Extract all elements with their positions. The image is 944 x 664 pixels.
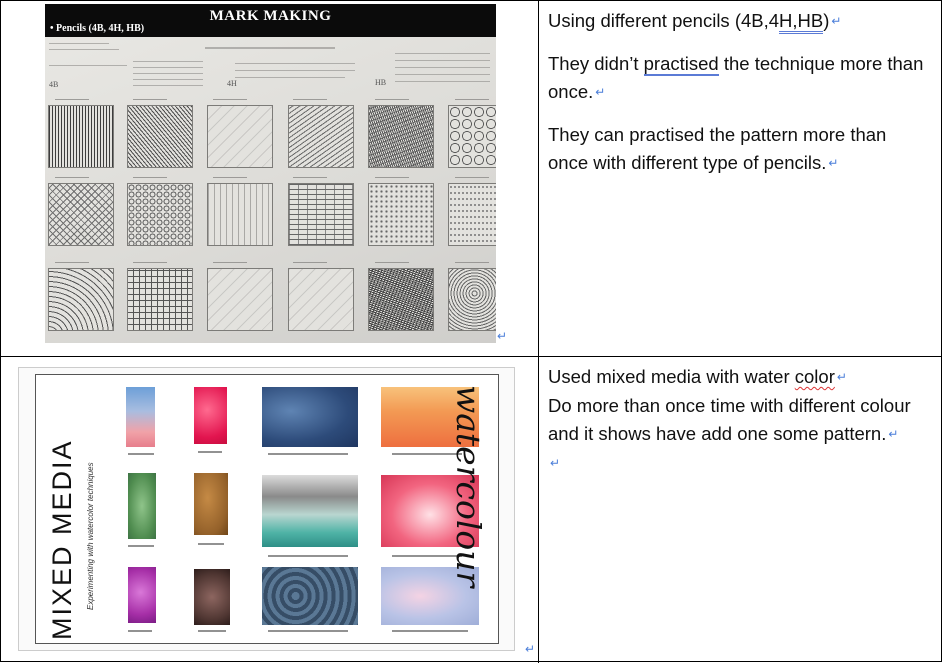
watercolour-swatch — [128, 473, 156, 539]
watercolour-swatch — [128, 567, 156, 623]
return-mark: ↵ — [497, 329, 508, 343]
comment-line: Used mixed media with water color ↵ — [548, 366, 847, 387]
watercolour-swatch — [262, 387, 358, 447]
mixed-media-board: MIXED MEDIA Experimenting with watercolo… — [35, 374, 499, 644]
watercolour-swatch — [126, 387, 155, 447]
hatching-square — [207, 105, 273, 168]
return-mark: ↵ — [525, 642, 536, 656]
watercolour-swatch — [194, 473, 228, 535]
hatching-sheet: 4B 4H HB — [45, 37, 496, 343]
comment-line: Using different pencils (4B,4H,HB) ↵ — [548, 7, 928, 36]
hatching-square — [288, 268, 354, 331]
column-divider — [538, 357, 539, 663]
hatching-square — [288, 183, 354, 246]
hatching-square — [368, 268, 434, 331]
hatching-square — [127, 183, 193, 246]
hatching-square — [448, 183, 496, 246]
hatching-square — [448, 268, 496, 331]
comment-line: ↵ — [550, 455, 561, 470]
mark-making-photo: MARK MAKING • Pencils (4B, 4H, HB) 4B 4H… — [45, 4, 496, 343]
hatching-square — [48, 105, 114, 168]
mixed-media-comment[interactable]: Used mixed media with water color ↵ Do mo… — [548, 363, 928, 477]
mark-making-header-bar: MARK MAKING • Pencils (4B, 4H, HB) — [45, 4, 496, 37]
pencil-label-hb: HB — [375, 78, 387, 87]
comment-line: They can practised the pattern more than… — [548, 123, 887, 174]
hatching-square — [127, 105, 193, 168]
watercolour-swatch — [194, 387, 227, 444]
document-table: MARK MAKING • Pencils (4B, 4H, HB) 4B 4H… — [0, 0, 942, 663]
watercolour-swatch — [262, 475, 358, 547]
column-divider — [538, 1, 539, 356]
watercolour-side-title: watercolour — [449, 385, 488, 588]
watercolour-swatch — [194, 569, 230, 625]
mark-making-comment[interactable]: Using different pencils (4B,4H,HB) ↵ They… — [548, 7, 928, 192]
pencil-label-4b: 4B — [49, 80, 59, 89]
hatching-square — [288, 105, 354, 168]
hatching-square — [368, 105, 434, 168]
comment-line: Do more than once time with different co… — [548, 394, 911, 445]
comment-line: They didn’t practised the technique more… — [548, 52, 924, 102]
table-row-mixed-media: MIXED MEDIA Experimenting with watercolo… — [1, 357, 941, 663]
hatching-square — [368, 183, 434, 246]
hatching-square — [127, 268, 193, 331]
mixed-media-subtitle: Experimenting with watercolor techniques — [86, 462, 95, 610]
pencil-label-4h: 4H — [227, 79, 237, 88]
table-row-mark-making: MARK MAKING • Pencils (4B, 4H, HB) 4B 4H… — [1, 1, 941, 357]
mark-making-subtitle: • Pencils (4B, 4H, HB) — [50, 23, 145, 34]
mixed-media-title: MIXED MEDIA — [47, 439, 77, 640]
hatching-square — [48, 183, 114, 246]
hatching-square — [448, 105, 496, 168]
mixed-media-photo: MIXED MEDIA Experimenting with watercolo… — [18, 367, 515, 651]
hatching-square — [48, 268, 114, 331]
hatching-square — [207, 183, 273, 246]
hatching-square — [207, 268, 273, 331]
watercolour-swatch — [262, 567, 358, 625]
